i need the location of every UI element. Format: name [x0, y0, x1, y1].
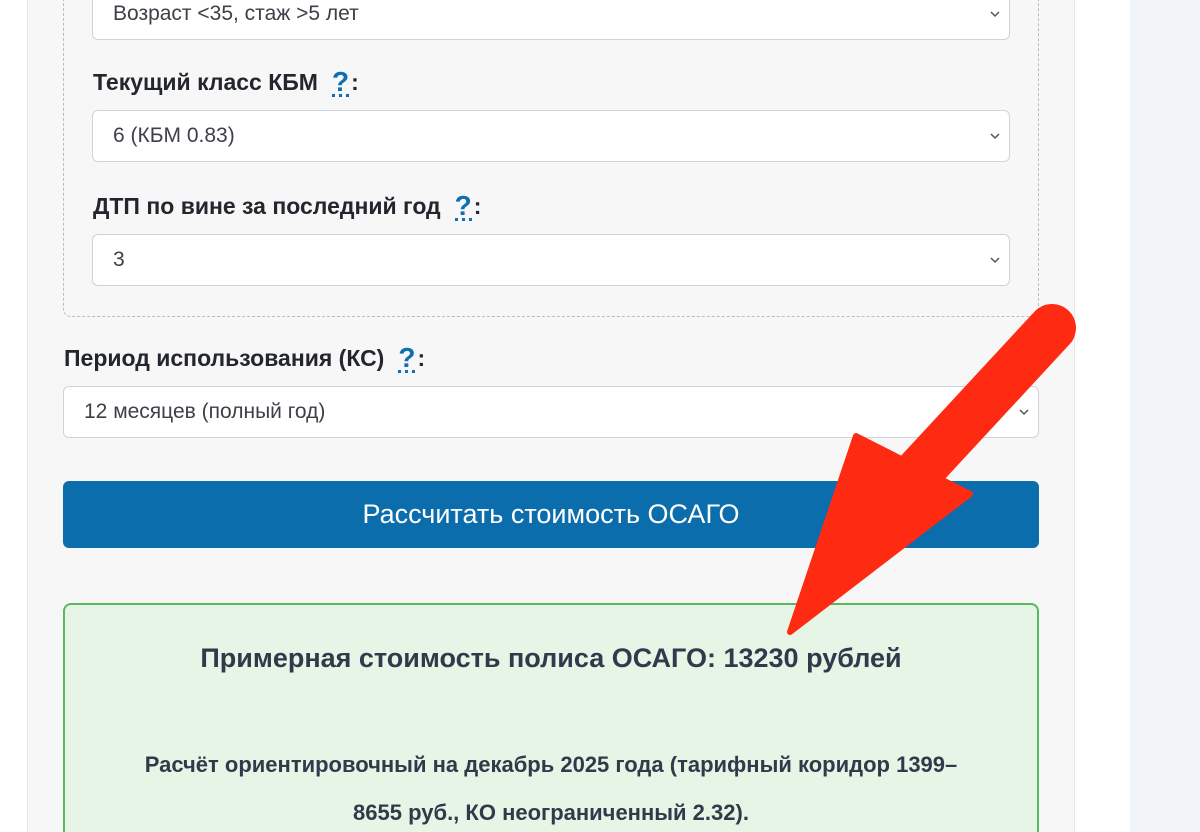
result-note-line-1: Расчёт ориентировочный на декабрь 2025 г…: [144, 752, 958, 777]
kbm-label: Текущий класс КБМ ? :: [93, 68, 359, 97]
kbm-label-colon: :: [351, 69, 359, 95]
period-label-colon: :: [417, 345, 426, 371]
age-experience-value: Возраст <35, стаж >5 лет: [113, 2, 359, 25]
accidents-label-colon: :: [473, 193, 482, 219]
help-question-icon[interactable]: ?: [454, 192, 472, 221]
calculate-osago-button[interactable]: Рассчитать стоимость ОСАГО: [63, 481, 1039, 548]
chevron-down-icon: [990, 11, 1000, 18]
help-question-icon[interactable]: ?: [398, 344, 416, 373]
kbm-label-text: Текущий класс КБМ: [93, 69, 318, 95]
chevron-down-icon: [990, 133, 1000, 140]
period-label: Период использования (КС) ? :: [64, 344, 425, 373]
result-note-line-2: 8655 руб., КО неограниченный 2.32).: [353, 800, 749, 825]
help-question-icon[interactable]: ?: [331, 68, 350, 97]
result-note: Расчёт ориентировочный на декабрь 2025 г…: [95, 741, 1007, 832]
right-side-panel: [1130, 0, 1200, 832]
age-experience-select[interactable]: Возраст <35, стаж >5 лет: [92, 0, 1010, 40]
chevron-down-icon: [990, 257, 1000, 264]
kbm-select[interactable]: 6 (КБМ 0.83): [92, 110, 1010, 162]
period-value: 12 месяцев (полный год): [84, 400, 326, 423]
kbm-value: 6 (КБМ 0.83): [113, 124, 235, 147]
period-select[interactable]: 12 месяцев (полный год): [63, 386, 1039, 438]
accidents-select[interactable]: 3: [92, 234, 1010, 286]
accidents-label: ДТП по вине за последний год ? :: [93, 192, 481, 221]
result-title: Примерная стоимость полиса ОСАГО: 13230 …: [200, 643, 902, 673]
page: Возраст <35, стаж >5 лет Текущий класс К…: [0, 0, 1200, 832]
period-label-text: Период использования (КС): [64, 345, 385, 371]
result-box: Примерная стоимость полиса ОСАГО: 13230 …: [63, 603, 1039, 832]
accidents-value: 3: [113, 248, 125, 271]
chevron-down-icon: [1019, 409, 1029, 416]
accidents-label-text: ДТП по вине за последний год: [93, 193, 441, 219]
